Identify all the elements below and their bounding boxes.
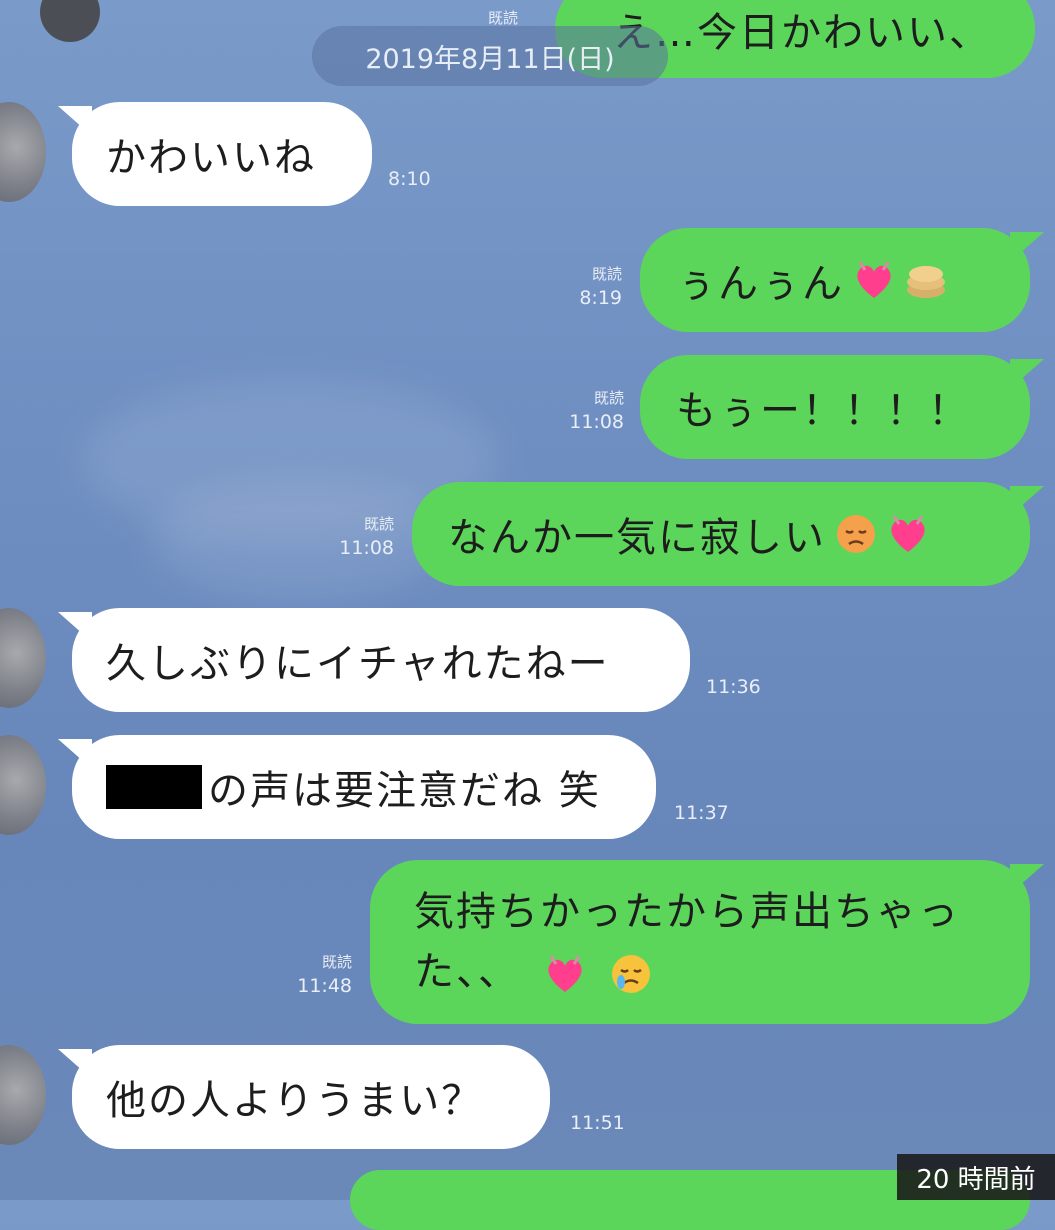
message-meta: 既読 11:08	[318, 512, 394, 560]
incoming-message: 久しぶりにイチャれたねー	[58, 608, 690, 712]
message-time: 11:08	[569, 411, 624, 433]
timestamp-badge: 20 時間前	[897, 1154, 1055, 1200]
heart-icon	[891, 515, 925, 552]
read-receipt: 既読	[321, 953, 352, 971]
message-text-line-1: 気持ちかったから声出ちゃっ	[414, 889, 960, 935]
heart-icon	[548, 955, 582, 992]
message-meta: 既読 11:48	[276, 950, 352, 998]
top-circle-icon[interactable]	[40, 0, 100, 42]
message-text: 他の人よりうまい？	[106, 1078, 484, 1124]
pancake-icon	[907, 266, 945, 298]
read-receipt: 既読	[591, 265, 622, 283]
date-separator: 2019年8月11日(日)	[312, 26, 668, 86]
outgoing-message: 気持ちかったから声出ちゃっ た、、	[370, 860, 1044, 1024]
crying-face-icon	[612, 955, 651, 993]
message-time: 11:36	[706, 676, 761, 698]
message-text: 久しぶりにイチャれたねー	[106, 641, 610, 687]
heart-icon	[857, 261, 891, 298]
avatar[interactable]	[0, 102, 46, 202]
incoming-message: 他の人よりうまい？	[58, 1045, 550, 1149]
read-receipt: 既読	[593, 389, 624, 407]
message-time: 11:08	[339, 537, 394, 559]
message-text: え…今日かわいい、	[613, 10, 991, 56]
message-time: 11:51	[570, 1112, 625, 1134]
message-meta: 既読 8:19	[560, 262, 622, 310]
read-receipt: 既読	[363, 515, 394, 533]
message-time: 11:48	[297, 975, 352, 997]
message-text: の声は要注意だね 笑	[208, 768, 601, 814]
message-text: もぅー！！！！	[676, 388, 970, 434]
avatar[interactable]	[0, 1045, 46, 1145]
message-time: 11:37	[674, 802, 729, 824]
message-text: ぅんぅん	[676, 261, 844, 307]
message-time: 8:10	[388, 168, 431, 190]
redacted-name-block	[106, 765, 202, 809]
sad-face-icon	[837, 515, 875, 553]
avatar[interactable]	[0, 608, 46, 708]
message-time: 8:19	[579, 287, 622, 309]
outgoing-message: もぅー！！！！	[640, 355, 1044, 459]
incoming-message: かわいいね	[58, 102, 372, 206]
outgoing-message: ぅんぅん	[640, 228, 1044, 332]
message-meta: 既読 11:08	[548, 386, 624, 434]
avatar[interactable]	[0, 735, 46, 835]
message-text-line-2: た、、	[414, 942, 653, 1002]
background-cloud	[150, 480, 450, 600]
message-text: かわいいね	[106, 135, 316, 181]
incoming-message: の声は要注意だね 笑	[58, 735, 656, 839]
message-text: なんか一気に寂しい	[448, 515, 826, 561]
outgoing-message: なんか一気に寂しい	[412, 482, 1044, 586]
